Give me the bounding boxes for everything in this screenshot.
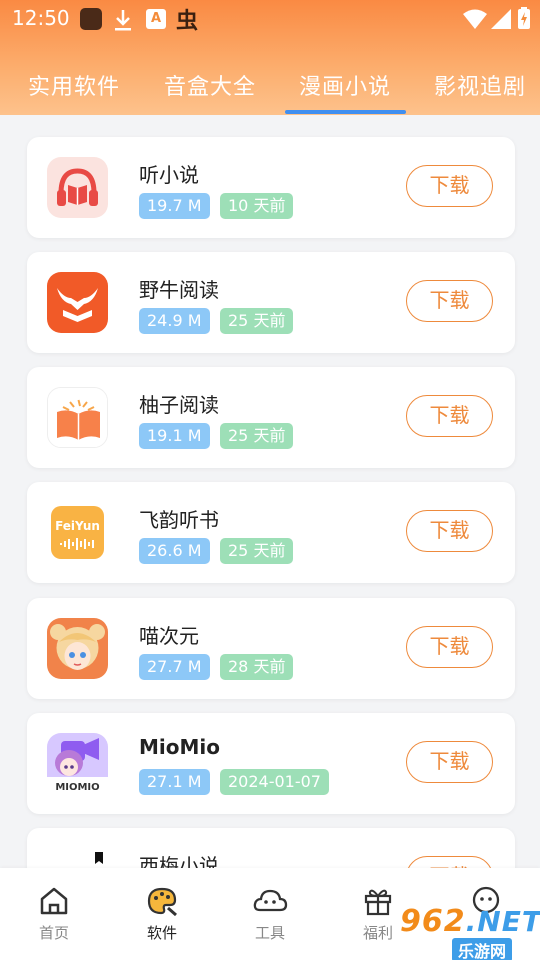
miomio-logo-icon: MIOMIO [47,733,108,794]
bull-book-icon [47,272,108,333]
size-badge: 27.7 M [139,654,210,680]
nav-benefits[interactable]: 福利 [348,886,408,943]
size-badge: 19.7 M [139,193,210,219]
list-item[interactable]: FeiYun 飞韵听书 26.6 M 25 天前 下载 [27,482,515,583]
tab-video-drama[interactable]: 影视追剧 [434,69,526,101]
nav-label: 工具 [254,924,285,942]
miomio-logo-text: MIOMIO [55,782,99,793]
size-badge: 26.6 M [139,538,210,564]
download-button[interactable]: 下载 [406,626,493,668]
nav-label: 福利 [362,924,393,942]
category-tabs: 实用软件 音盒大全 漫画小说 影视追剧 [0,64,540,114]
tab-utility-software[interactable]: 实用软件 [28,69,120,101]
watermark-site: 乐游网 [452,938,513,960]
list-item[interactable]: 喵次元 27.7 M 28 天前 下载 [27,598,515,699]
list-item[interactable]: 听小说 19.7 M 10 天前 下载 [27,137,515,238]
date-badge: 25 天前 [220,423,294,449]
size-badge: 27.1 M [139,769,210,795]
status-time: 12:50 [12,6,70,30]
watermark-net: .NET [465,905,540,938]
list-item[interactable]: 野牛阅读 24.9 M 25 天前 下载 [27,252,515,353]
size-badge: 24.9 M [139,308,210,334]
download-button[interactable]: 下载 [406,165,493,207]
anime-girl-icon [47,618,108,679]
home-icon [40,887,68,915]
app-notification-icon [80,8,102,30]
tab-music-box[interactable]: 音盒大全 [164,69,256,101]
headphone-book-icon [47,157,108,218]
app-name: MioMio [139,735,220,759]
open-book-icon [47,387,108,448]
nav-software[interactable]: 软件 [132,886,192,943]
app-name: 野牛阅读 [139,278,219,302]
app-list[interactable]: 听小说 19.7 M 10 天前 下载 野牛阅读 24.9 M 25 天前 下载 [0,115,540,868]
app-name: 飞韵听书 [139,508,219,532]
list-item[interactable]: 西 西梅小说 下载 [27,828,515,868]
app-name: 柚子阅读 [139,393,219,417]
feiyun-logo-text: FeiYun [55,519,100,533]
wifi-icon [462,8,488,30]
download-button[interactable]: 下载 [406,280,493,322]
palette-icon [147,887,177,916]
gift-icon [364,889,392,916]
date-badge: 25 天前 [220,308,294,334]
date-badge: 25 天前 [220,538,294,564]
list-item[interactable]: MIOMIO MioMio 27.1 M 2024-01-07 下载 [27,713,515,814]
download-button[interactable]: 下载 [406,510,493,552]
tab-comics-novels[interactable]: 漫画小说 [299,69,391,101]
watermark-logo: 962.NET [400,904,540,939]
download-button[interactable]: 下载 [406,741,493,783]
date-badge: 10 天前 [220,193,294,219]
nav-tools[interactable]: 工具 [240,886,300,943]
app-name: 西梅小说 [139,854,219,868]
download-icon [112,8,134,32]
site-watermark: 962.NET 乐游网 [400,904,540,960]
active-tab-indicator [285,110,406,114]
bug-icon: 虫 [176,9,199,34]
download-button[interactable]: 下载 [406,395,493,437]
signal-icon [490,8,512,30]
status-bar: 12:50 A 虫 [0,0,540,36]
ximei-logo-icon: 西 [47,848,108,868]
battery-icon [518,7,530,29]
cloud-face-icon [253,889,288,912]
app-name: 喵次元 [139,624,199,648]
app-header: 12:50 A 虫 实用软件 音盒大全 漫画小说 影视追剧 [0,0,540,115]
app-name: 听小说 [139,163,199,187]
date-badge: 2024-01-07 [220,769,329,795]
nav-label: 首页 [38,924,69,942]
feiyun-logo-icon: FeiYun [47,502,108,563]
nav-home[interactable]: 首页 [24,886,84,943]
font-a-icon: A [146,9,166,29]
download-button[interactable]: 下载 [406,856,493,868]
nav-label: 软件 [146,924,177,942]
size-badge: 19.1 M [139,423,210,449]
watermark-number: 962 [400,904,466,939]
date-badge: 28 天前 [220,654,294,680]
list-item[interactable]: 柚子阅读 19.1 M 25 天前 下载 [27,367,515,468]
